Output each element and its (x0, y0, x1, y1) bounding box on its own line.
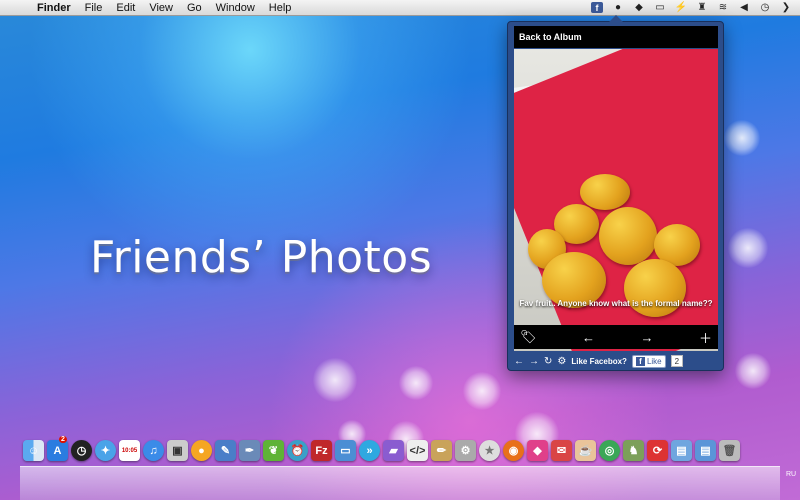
back-arrow-icon[interactable]: ← (514, 356, 524, 367)
mango (580, 174, 630, 210)
chess-icon[interactable]: ♞ (623, 440, 644, 461)
bokeh-light (463, 372, 501, 410)
previous-photo-icon[interactable]: ← (582, 330, 595, 345)
record-icon[interactable]: ● (612, 2, 624, 13)
volume-icon[interactable]: ◀ (738, 2, 750, 13)
itunes-icon[interactable]: ♫ (143, 440, 164, 461)
like-count: 2 (670, 355, 684, 367)
preview-icon[interactable]: ▣ (167, 440, 188, 461)
chevron-icon[interactable]: ❯ (780, 2, 792, 13)
folder-purple-icon[interactable]: ▰ (383, 440, 404, 461)
menu-bar: Finder File Edit View Go Window Help f ●… (0, 0, 800, 16)
wifi-icon[interactable]: ≋ (717, 2, 729, 13)
terminal-icon[interactable]: </> (407, 440, 428, 461)
next-photo-icon[interactable]: → (640, 330, 653, 345)
bokeh-light (724, 120, 760, 156)
facebook-menubar-icon[interactable]: f (591, 2, 603, 13)
folder-icon[interactable]: ▤ (671, 440, 692, 461)
photo-toolbar: 🏷 ← → ＋ (514, 325, 718, 349)
coffee-icon[interactable]: ☕ (575, 440, 596, 461)
chrome-icon[interactable]: ◎ (599, 440, 620, 461)
sync-icon[interactable]: ⟳ (647, 440, 668, 461)
mango (599, 207, 657, 265)
popover-footer: ← → ↻ ⚙ Like Facebox? f Like 2 (514, 353, 718, 369)
star-icon[interactable]: ★ (479, 440, 500, 461)
ball-icon[interactable]: ● (191, 440, 212, 461)
firefox-icon[interactable]: ◉ (503, 440, 524, 461)
forward-arrow-icon[interactable]: → (529, 356, 539, 367)
gear-icon[interactable]: ⚙ (557, 356, 566, 367)
safari-icon[interactable]: ✦ (95, 440, 116, 461)
popover-caret (609, 15, 623, 22)
evernote-icon[interactable]: ❦ (263, 440, 284, 461)
pen-tool-icon[interactable]: ✒ (239, 440, 260, 461)
dropbox-icon[interactable]: ◆ (633, 2, 645, 13)
menu-file[interactable]: File (78, 2, 110, 14)
menu-go[interactable]: Go (180, 2, 209, 14)
facebook-like-button[interactable]: f Like (631, 354, 666, 368)
folder-blue-icon[interactable]: ▤ (695, 440, 716, 461)
menu-view[interactable]: View (142, 2, 180, 14)
filezilla-icon[interactable]: Fz (311, 440, 332, 461)
clock-icon[interactable]: ◷ (759, 2, 771, 13)
xcode-icon[interactable]: ✎ (215, 440, 236, 461)
hero-title: Friends’ Photos (90, 232, 433, 283)
screen-sharing-icon[interactable]: ▭ (335, 440, 356, 461)
back-to-album-button[interactable]: Back to Album (514, 26, 718, 48)
pencil-icon[interactable]: ✏ (431, 440, 452, 461)
forward-icon[interactable]: » (359, 440, 380, 461)
like-button-label: Like (646, 356, 662, 366)
mail-icon[interactable]: ✉ (551, 440, 572, 461)
photo-caption: Fav fruit.. Anyone know what is the form… (519, 299, 713, 308)
finder-icon[interactable]: ☺ (23, 440, 44, 461)
status-area: f ● ◆ ▭ ⚡ ♜ ≋ ◀ ◷ ❯ (591, 2, 800, 13)
stamp-icon[interactable]: ♜ (696, 2, 708, 13)
battery-like-icon[interactable]: ▭ (654, 2, 666, 13)
menu-help[interactable]: Help (262, 2, 299, 14)
menu-edit[interactable]: Edit (109, 2, 142, 14)
trash-icon[interactable]: 🗑 (719, 440, 740, 461)
ruby-icon[interactable]: ◆ (527, 440, 548, 461)
bokeh-light (399, 366, 433, 400)
dock-shelf (20, 466, 780, 500)
add-comment-icon[interactable]: ＋ (699, 328, 712, 347)
bokeh-light (735, 353, 771, 389)
clock-icon[interactable]: ◷ (71, 440, 92, 461)
app-store-badge: 2 (59, 436, 67, 443)
refresh-icon[interactable]: ↻ (544, 356, 552, 367)
tag-icon[interactable]: 🏷 (520, 329, 537, 345)
facebook-f-icon: f (635, 356, 645, 366)
friend-photo: Fav fruit.. Anyone know what is the form… (514, 49, 718, 351)
like-facebox-label: Like Facebox? (571, 356, 627, 366)
plug-icon[interactable]: ⚡ (675, 2, 687, 13)
dock: ☺ A2 ◷ ✦ 10:05 ♫ ▣ ● ✎ ✒ ❦ ⏰ Fz ▭ » ▰ </… (23, 436, 783, 468)
app-store-icon[interactable]: A2 (47, 436, 68, 461)
calendar-icon[interactable]: 10:05 (119, 440, 140, 461)
menu-window[interactable]: Window (209, 2, 262, 14)
menu-finder[interactable]: Finder (30, 2, 78, 14)
alarm-icon[interactable]: ⏰ (287, 440, 308, 461)
bokeh-light (313, 358, 357, 402)
bokeh-light (728, 228, 768, 268)
gears-icon[interactable]: ⚙ (455, 440, 476, 461)
facebox-popover: Back to Album Fav fruit.. Anyone know wh… (507, 15, 724, 371)
language-indicator: RU (786, 471, 797, 478)
